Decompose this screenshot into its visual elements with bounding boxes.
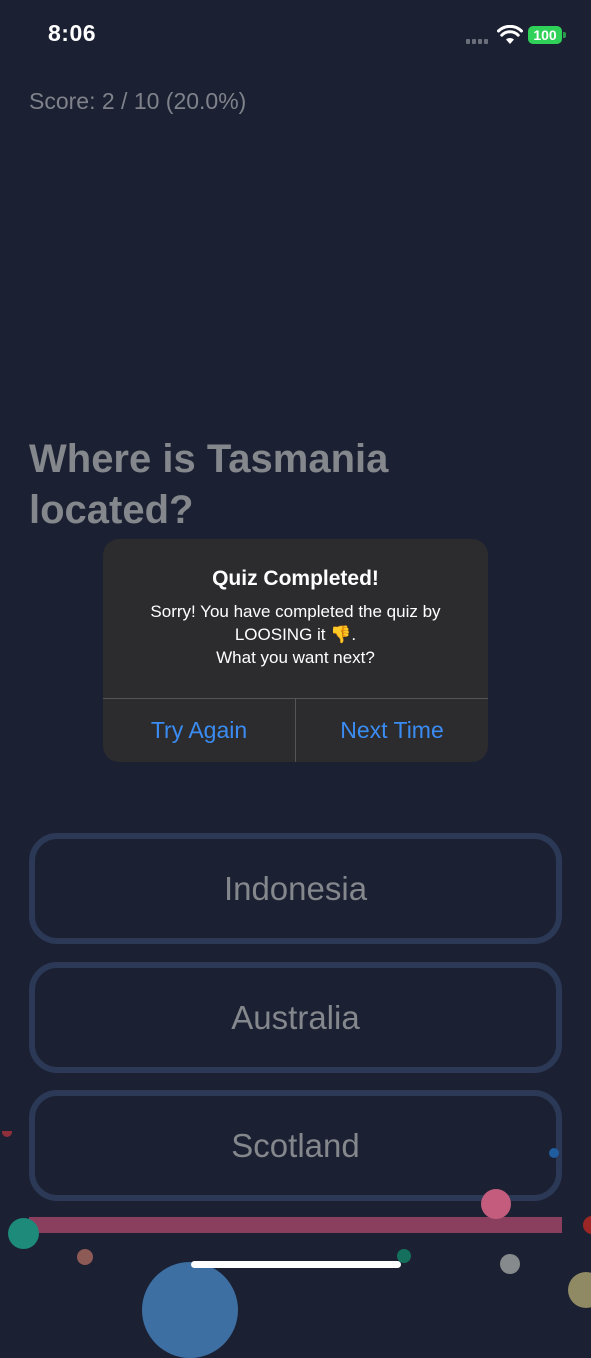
home-indicator[interactable] bbox=[191, 1261, 401, 1268]
decorative-dot bbox=[549, 1148, 559, 1158]
status-bar: 8:06 100 bbox=[0, 0, 591, 70]
decorative-dot bbox=[481, 1189, 511, 1219]
decorative-dot bbox=[77, 1249, 93, 1265]
answer-button-indonesia[interactable]: Indonesia bbox=[29, 833, 562, 944]
quiz-completed-dialog: Quiz Completed! Sorry! You have complete… bbox=[103, 539, 488, 762]
decorative-dot bbox=[2, 1131, 12, 1137]
status-time: 8:06 bbox=[48, 20, 97, 46]
wifi-icon bbox=[497, 25, 523, 44]
next-time-button[interactable]: Next Time bbox=[296, 699, 488, 762]
answer-button-scotland[interactable]: Scotland bbox=[29, 1090, 562, 1201]
dialog-message-line-2: LOOSING it 👎. bbox=[234, 625, 357, 644]
try-again-button[interactable]: Try Again bbox=[103, 699, 295, 762]
decorative-dot bbox=[583, 1216, 591, 1234]
dialog-message: Sorry! You have completed the quiz by LO… bbox=[117, 600, 474, 669]
score-label: Score: 2 / 10 (20.0%) bbox=[29, 88, 247, 114]
decorative-dot bbox=[568, 1272, 591, 1308]
dialog-message-line-1: Sorry! You have completed the quiz by bbox=[150, 602, 441, 621]
battery-icon: 100 bbox=[528, 26, 562, 44]
answer-button-australia[interactable]: Australia bbox=[29, 962, 562, 1073]
battery-tip bbox=[563, 32, 566, 38]
decorative-dot bbox=[500, 1254, 520, 1274]
decorative-dot bbox=[142, 1262, 238, 1358]
progress-bar bbox=[29, 1217, 562, 1233]
signal-icon bbox=[466, 38, 492, 44]
question-text: Where is Tasmania located? bbox=[29, 437, 389, 532]
dialog-message-line-3: What you want next? bbox=[216, 648, 375, 667]
dialog-title: Quiz Completed! bbox=[212, 567, 379, 590]
decorative-dot bbox=[8, 1218, 39, 1249]
